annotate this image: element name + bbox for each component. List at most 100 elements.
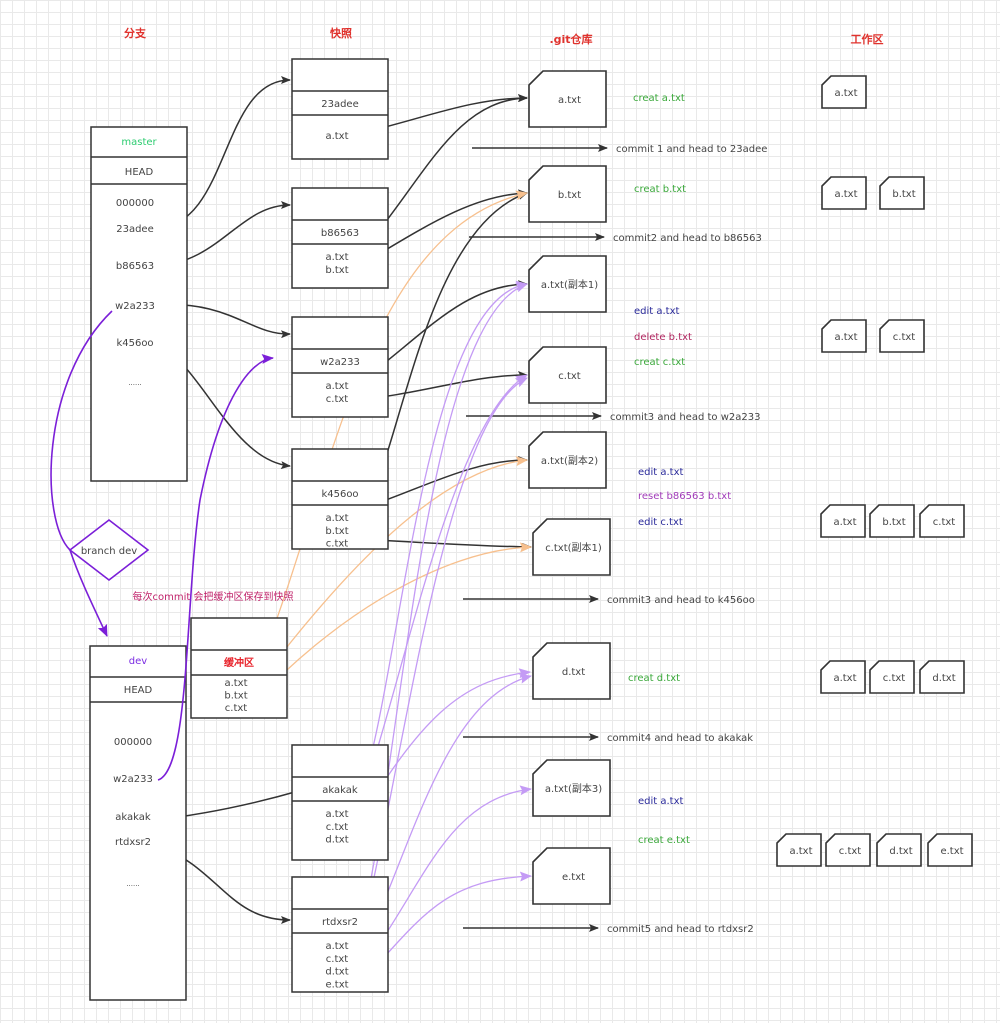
master-commit-item: w2a233 (115, 301, 155, 312)
file-label: c.txt (883, 673, 906, 684)
workspace-file: a.txt (820, 660, 866, 694)
dev-head-label: HEAD (124, 685, 153, 696)
workspace-file: c.txt (919, 504, 965, 538)
workspace-file: a.txt (820, 504, 866, 538)
operation-label: creat c.txt (634, 357, 685, 368)
dev-branch-label: dev (129, 656, 148, 667)
master-branch-label: master (121, 137, 157, 148)
file-label: a.txt(副本3) (545, 782, 602, 795)
dev-commit-item: 000000 (114, 737, 152, 748)
operation-label: creat b.txt (634, 184, 686, 195)
file-label: a.txt (833, 673, 856, 684)
branch-dev-node: branch dev (68, 518, 150, 582)
snapshot-file-item: a.txt (325, 252, 348, 263)
file-label: a.txt (558, 95, 581, 106)
snapshot-file-item: c.txt (326, 539, 349, 550)
workspace-file: a.txt (821, 176, 867, 210)
operation-label: reset b86563 b.txt (638, 491, 731, 502)
master-commit-item: b86563 (116, 261, 154, 272)
snapshot-id: 23adee (321, 99, 359, 110)
file-label: a.txt(副本1) (541, 278, 598, 291)
workspace-file: a.txt (821, 319, 867, 353)
workspace-file: a.txt (821, 75, 867, 109)
repo-object: d.txt (532, 642, 611, 700)
snapshot-id: akakak (322, 785, 358, 796)
box-layer: master HEAD 000000 23adee b86563 w2a233 k456oo… (68, 58, 973, 1001)
operation-label: creat a.txt (633, 93, 685, 104)
header-repo: .git仓库 (549, 32, 592, 46)
file-label: a.txt (834, 189, 857, 200)
workspace-file: c.txt (869, 660, 915, 694)
snapshot-file-item: b.txt (325, 265, 348, 276)
staging-file-item: c.txt (225, 703, 248, 714)
snapshot-file-item: a.txt (325, 381, 348, 392)
dev-commit-item: w2a233 (113, 774, 153, 785)
snapshot-file-item: a.txt (325, 941, 348, 952)
snapshot-file-item: d.txt (325, 835, 348, 846)
snapshot-file-item: c.txt (326, 394, 349, 405)
dev-commit-item: akakak (115, 812, 151, 823)
branch-dev-label: branch dev (81, 546, 137, 557)
operation-label: edit a.txt (638, 796, 684, 807)
file-label: c.txt(副本1) (545, 541, 602, 554)
dev-commit-item: rtdxsr2 (115, 837, 151, 848)
commit-label: commit4 and head to akakak (607, 733, 753, 744)
header-branches: 分支 (124, 26, 147, 40)
snapshot-file-item: a.txt (325, 131, 348, 142)
snapshot-id: w2a233 (320, 357, 360, 368)
file-label: a.txt(副本2) (541, 454, 598, 467)
workspace-file: a.txt (776, 833, 822, 867)
operation-label: edit c.txt (638, 517, 683, 528)
master-commit-item: 23adee (116, 224, 154, 235)
snapshot-id: k456oo (321, 489, 358, 500)
repo-object: c.txt (528, 346, 607, 404)
file-label: c.txt (839, 846, 862, 857)
file-label: e.txt (940, 846, 963, 857)
file-label: d.txt (889, 846, 912, 857)
commit-label: commit3 and head to w2a233 (610, 412, 760, 423)
workspace-file: b.txt (879, 176, 925, 210)
snapshot-file-item: a.txt (325, 809, 348, 820)
master-commit-item: ...... (128, 379, 141, 387)
file-label: a.txt (834, 332, 857, 343)
snapshot-file-item: a.txt (325, 513, 348, 524)
operation-label: edit a.txt (634, 306, 680, 317)
staging-area-title: 缓冲区 (223, 656, 254, 669)
file-label: a.txt (789, 846, 812, 857)
snapshot-id: rtdxsr2 (322, 917, 358, 928)
snapshot-file-item: e.txt (325, 979, 348, 990)
repo-object: c.txt(副本1) (532, 518, 611, 576)
workspace-file: d.txt (876, 833, 922, 867)
file-label: b.txt (882, 517, 905, 528)
commit-label: commit2 and head to b86563 (613, 233, 762, 244)
header-snapshots: 快照 (329, 26, 352, 40)
staging-file-item: b.txt (224, 691, 247, 702)
dev-commit-item: ...... (126, 880, 139, 888)
workspace-file: d.txt (919, 660, 965, 694)
file-label: c.txt (933, 517, 956, 528)
snapshot-file-item: d.txt (325, 967, 348, 978)
snapshot-file-item: b.txt (325, 526, 348, 537)
workspace-file: c.txt (825, 833, 871, 867)
repo-object: a.txt(副本2) (528, 431, 607, 489)
file-label: b.txt (558, 190, 581, 201)
file-label: e.txt (562, 872, 585, 883)
snapshot-file-item: c.txt (326, 954, 349, 965)
repo-object: e.txt (532, 847, 611, 905)
workspace-file: b.txt (869, 504, 915, 538)
file-label: d.txt (562, 667, 585, 678)
repo-object: a.txt (528, 70, 607, 128)
text-layer: 分支 快照 .git仓库 工作区 每次commit 会把缓冲区保存到快照 (124, 26, 884, 603)
commit-label: commit3 and head to k456oo (607, 595, 755, 606)
file-label: c.txt (893, 332, 916, 343)
header-workspace: 工作区 (851, 32, 884, 46)
repo-object: b.txt (528, 165, 607, 223)
workspace-file: e.txt (927, 833, 973, 867)
repo-object: a.txt(副本3) (532, 759, 611, 817)
snapshot-file-item: c.txt (326, 822, 349, 833)
operation-label: delete b.txt (634, 332, 692, 343)
commit-label: commit5 and head to rtdxsr2 (607, 924, 754, 935)
master-commit-item: 000000 (116, 198, 154, 209)
file-label: d.txt (932, 673, 955, 684)
operation-label: edit a.txt (638, 467, 684, 478)
